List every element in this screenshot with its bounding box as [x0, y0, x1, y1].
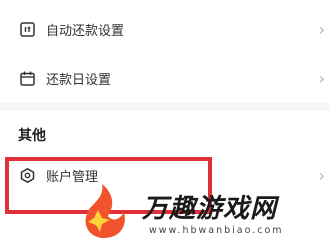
chevron-right-icon: ›: [318, 19, 325, 39]
account-hex-icon: [19, 167, 35, 183]
calendar-icon: [19, 70, 35, 86]
watermark-domain: www.hbwanbiao.com: [149, 225, 284, 236]
settings-item-auto-repay[interactable]: 自动还款设置 ›: [0, 5, 329, 53]
watermark-logo: [74, 182, 132, 240]
watermark-title: 万趣游戏网: [142, 194, 278, 224]
settings-item-label: 还款日设置: [46, 72, 112, 88]
settings-item-label: 自动还款设置: [46, 23, 125, 39]
chevron-right-icon: ›: [318, 68, 325, 88]
auto-repay-icon: [19, 21, 35, 37]
settings-item-repay-date[interactable]: 还款日设置 ›: [0, 54, 329, 102]
section-divider: [0, 103, 329, 111]
section-title-other: 其他: [18, 128, 46, 144]
chevron-right-icon: ›: [318, 165, 325, 185]
